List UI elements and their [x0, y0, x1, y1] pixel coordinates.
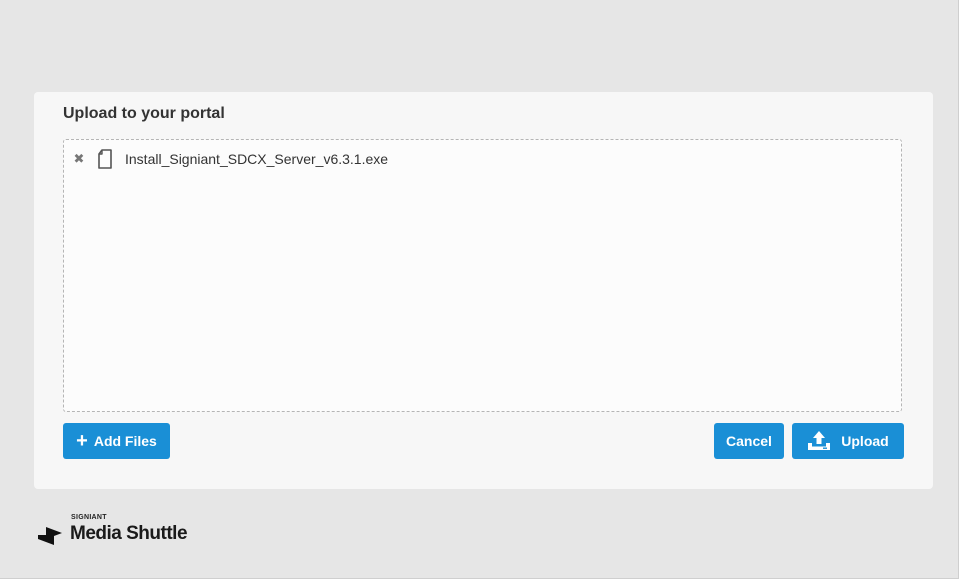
media-shuttle-logo: SIGNIANT Media Shuttle: [38, 505, 188, 549]
signiant-wordmark: SIGNIANT: [71, 514, 107, 521]
add-files-button[interactable]: + Add Files: [63, 423, 170, 459]
panel-title: Upload to your portal: [63, 105, 225, 122]
cancel-button[interactable]: Cancel: [714, 423, 784, 459]
file-icon: [98, 149, 112, 169]
cancel-label: Cancel: [726, 433, 772, 449]
file-name: Install_Signiant_SDCX_Server_v6.3.1.exe: [125, 151, 389, 167]
file-list-item: ✖ Install_Signiant_SDCX_Server_v6.3.1.ex…: [64, 148, 388, 170]
plus-icon: +: [76, 430, 88, 452]
remove-file-button[interactable]: ✖: [73, 151, 85, 167]
upload-panel: Upload to your portal ✖ Install_Signiant…: [34, 92, 933, 489]
swap-arrows-icon: [38, 527, 62, 545]
add-files-label: Add Files: [93, 433, 157, 449]
upload-button[interactable]: Upload: [792, 423, 904, 459]
file-dropzone[interactable]: ✖ Install_Signiant_SDCX_Server_v6.3.1.ex…: [63, 139, 902, 412]
app-background: Upload to your portal ✖ Install_Signiant…: [0, 0, 959, 579]
product-name: Media Shuttle: [70, 523, 188, 544]
upload-label: Upload: [841, 433, 889, 449]
upload-tray-icon: [808, 431, 831, 450]
